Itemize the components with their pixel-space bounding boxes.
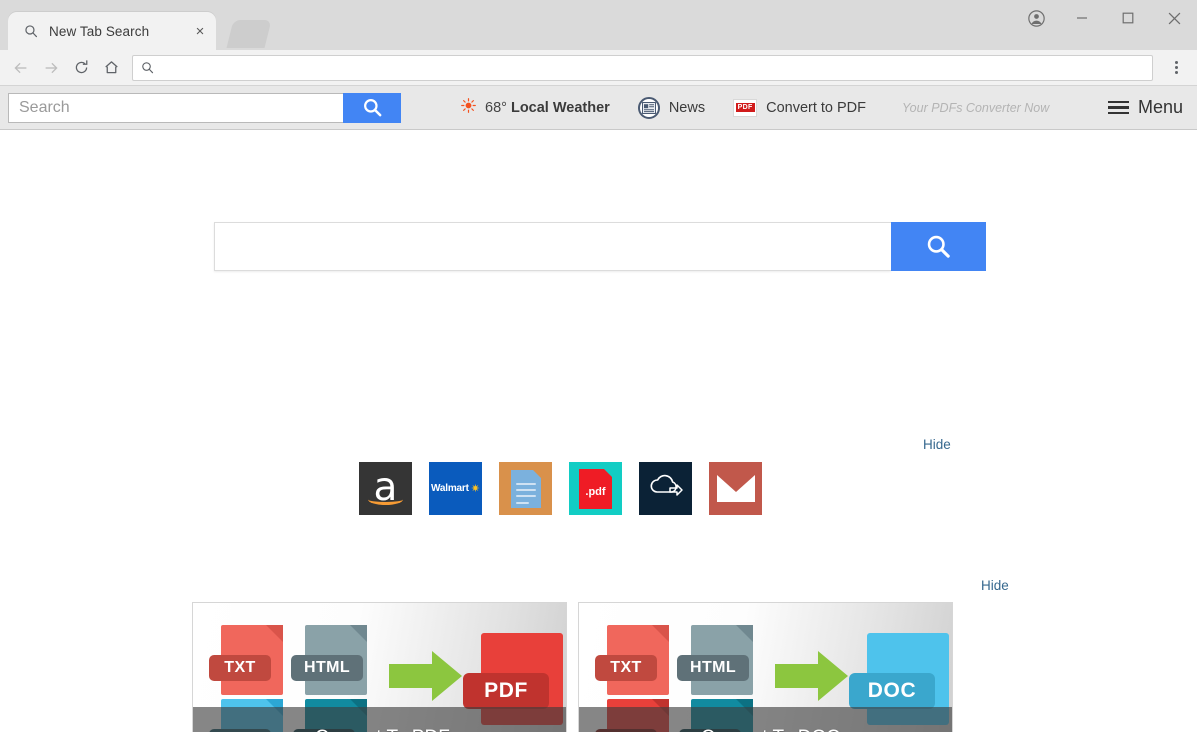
hide-promos-link[interactable]: Hide <box>981 578 1009 593</box>
browser-tab-placeholder[interactable] <box>226 20 272 48</box>
new-tab-page: Hide Hide a Walmart ✷ .pdf TXT HTML PDF … <box>0 130 1197 732</box>
card-caption-band: Convert To DOC <box>579 707 952 732</box>
pdf-file-label: .pdf <box>585 485 606 498</box>
main-search-button[interactable] <box>891 222 986 271</box>
document-icon <box>510 469 541 508</box>
news-icon <box>637 96 660 119</box>
toolbar-item-convert-to-pdf[interactable]: PDF Convert to PDF <box>719 92 880 124</box>
file-label-html: HTML <box>677 655 749 681</box>
news-label: News <box>668 99 706 116</box>
reload-icon[interactable] <box>66 53 96 83</box>
pdf-file-icon: .pdf <box>579 468 612 509</box>
tab-title: New Tab Search <box>49 23 150 39</box>
pdf-icon: PDF <box>733 98 758 117</box>
search-button[interactable] <box>343 92 401 123</box>
search-icon <box>141 61 154 74</box>
cloud-upload-icon <box>647 471 685 506</box>
file-label-html: HTML <box>291 655 363 681</box>
file-icon-txt: TXT <box>595 625 669 695</box>
card-caption-band: Convert To PDF <box>193 707 566 732</box>
file-icon-html: HTML <box>291 625 367 695</box>
kebab-menu-icon[interactable] <box>1163 53 1189 83</box>
weather-temperature: 68° <box>485 99 507 116</box>
shortcut-walmart[interactable]: Walmart ✷ <box>429 462 482 515</box>
main-search <box>214 222 986 271</box>
hamburger-icon <box>1107 100 1129 115</box>
conversion-arrow-icon <box>775 651 849 701</box>
file-icon-txt: TXT <box>209 625 283 695</box>
browser-tab-strip: New Tab Search × <box>0 0 1197 50</box>
toolbar-tagline: Your PDFs Converter Now <box>902 100 1050 115</box>
search-icon <box>22 22 40 40</box>
window-controls <box>1013 2 1197 34</box>
shortcut-pdf[interactable]: .pdf <box>569 462 622 515</box>
account-icon[interactable] <box>1013 2 1059 34</box>
convert-to-doc-card[interactable]: TXT HTML PDF JPG DOC <box>578 602 953 732</box>
promo-cards: TXT HTML DOC JPG PDF <box>192 602 953 732</box>
file-label-target: PDF <box>463 673 549 709</box>
toolbar-item-news[interactable]: News <box>624 92 719 124</box>
extension-menu-button[interactable]: Menu <box>1107 97 1183 118</box>
search-input[interactable]: Search <box>8 92 343 123</box>
file-icon-html: HTML <box>677 625 753 695</box>
address-bar[interactable] <box>132 54 1153 81</box>
card-caption: Convert To PDF <box>315 727 450 732</box>
maximize-button[interactable] <box>1105 2 1151 34</box>
extension-links: 68° Local Weather News PDF Convert to PD… <box>447 92 1049 124</box>
extension-search: Search <box>8 92 401 123</box>
convert-to-pdf-card[interactable]: TXT HTML DOC JPG PDF <box>192 602 567 732</box>
toolbar-item-local-weather[interactable]: 68° Local Weather <box>447 92 624 124</box>
browser-tab[interactable]: New Tab Search × <box>8 12 216 50</box>
home-icon[interactable] <box>96 53 126 83</box>
shortcut-amazon[interactable]: a <box>359 462 412 515</box>
close-icon[interactable]: × <box>190 21 210 41</box>
forward-arrow-icon[interactable] <box>36 53 66 83</box>
hide-shortcuts-link[interactable]: Hide <box>923 437 951 452</box>
convert-to-pdf-label: Convert to PDF <box>766 99 867 116</box>
amazon-smile-icon <box>368 494 403 505</box>
shortcut-document[interactable] <box>499 462 552 515</box>
file-label-txt: TXT <box>209 655 271 681</box>
main-search-input[interactable] <box>214 222 891 271</box>
envelope-icon <box>716 475 755 502</box>
extension-toolbar: Search 68° Local Weather News PDF Conver… <box>0 86 1197 130</box>
file-label-txt: TXT <box>595 655 657 681</box>
file-label-target: DOC <box>849 673 935 709</box>
browser-navbar <box>0 50 1197 86</box>
conversion-arrow-icon <box>389 651 463 701</box>
sun-icon <box>461 97 476 118</box>
extension-menu-label: Menu <box>1137 97 1183 117</box>
card-caption: Convert To DOC <box>701 727 840 732</box>
shortcut-mail[interactable] <box>709 462 762 515</box>
weather-label: Local Weather <box>510 99 610 116</box>
toolbar-item-label: 68° Local Weather <box>485 100 610 116</box>
window-close-button[interactable] <box>1151 2 1197 34</box>
shortcut-tiles: a Walmart ✷ .pdf <box>359 462 762 515</box>
shortcut-cloud[interactable] <box>639 462 692 515</box>
back-arrow-icon[interactable] <box>6 53 36 83</box>
walmart-label: Walmart <box>431 483 469 494</box>
walmart-spark-icon: ✷ <box>470 483 480 495</box>
minimize-button[interactable] <box>1059 2 1105 34</box>
